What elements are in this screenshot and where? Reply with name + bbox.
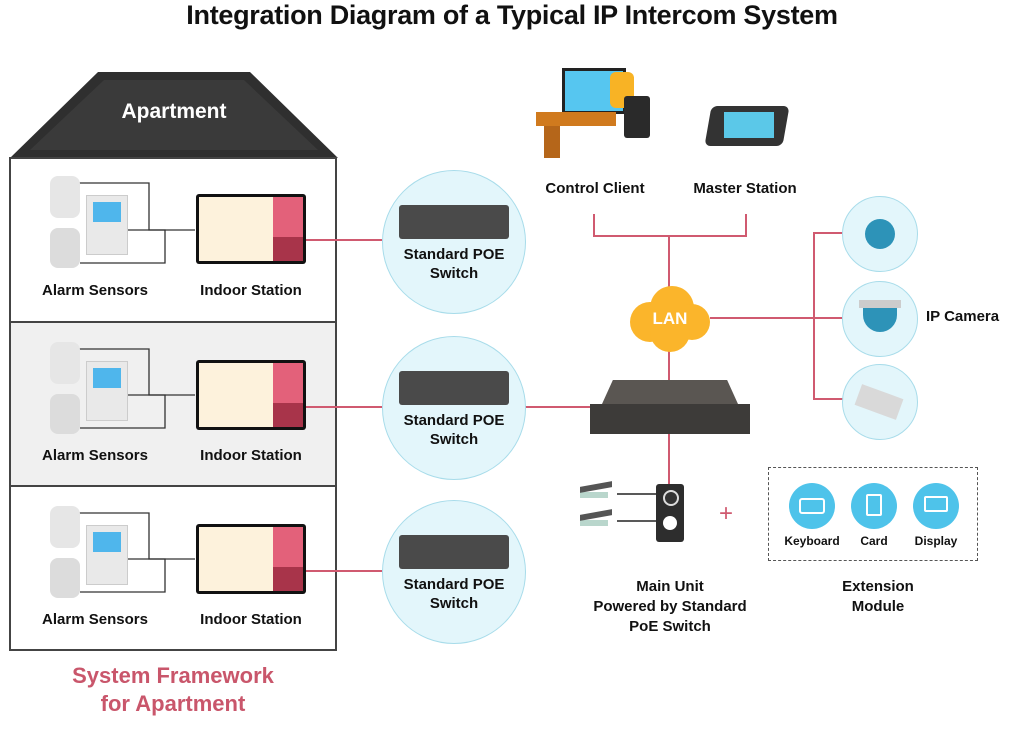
floor-3-poe-switch: Standard POE Switch [382,500,526,644]
floor-2-poe-switch: Standard POE Switch [382,336,526,480]
poe-switch-icon [399,371,509,405]
apartment-roof-label: Apartment [121,100,227,123]
display-icon [913,483,959,529]
door-sensor-icon [50,342,80,384]
alarm-sensors-label: Alarm Sensors [42,447,148,464]
floor-1-poe-switch: Standard POE Switch [382,170,526,314]
plus-symbol: + [718,500,733,527]
poe-switch-icon [399,535,509,569]
bullet-camera-icon [854,384,904,420]
apartment-caption-line2: for Apartment [100,691,246,716]
alarm-sensors-label: Alarm Sensors [42,282,148,299]
ip-camera-label: IP Camera [926,308,1000,325]
dome-camera-icon [863,308,897,332]
keyboard-icon [789,483,835,529]
switch-label-line1: Standard POE [403,246,505,263]
switch-label-line1: Standard POE [403,576,505,593]
ptz-camera-icon [865,219,895,249]
switch-label-line2: Switch [429,265,479,282]
indoor-station-label: Indoor Station [200,447,302,464]
control-panel-icon [86,525,128,585]
control-client-icon [536,68,656,168]
ptz-camera [842,196,918,272]
switch-label-line2: Switch [429,431,479,448]
extension-caption-line1: Extension [842,578,914,595]
motion-sensor-icon [50,228,80,268]
central-poe-switch-icon [590,380,750,434]
indoor-station-label: Indoor Station [200,282,302,299]
door-sensor-icon [50,506,80,548]
control-panel-icon [86,361,128,421]
dome-camera [842,281,918,357]
door-sensor-icon [50,176,80,218]
main-unit-icon [656,484,684,542]
control-client-label: Control Client [545,180,645,197]
indoor-station-monitor-icon [196,524,306,594]
motion-sensor-icon [50,394,80,434]
indoor-station-label: Indoor Station [200,611,302,628]
switch-label-line1: Standard POE [403,412,505,429]
master-station-icon [700,78,790,158]
door-lock-icon [580,509,616,528]
indoor-station-monitor-icon [196,360,306,430]
switch-label-line2: Switch [429,595,479,612]
display-label: Display [914,534,958,548]
card-icon [851,483,897,529]
poe-switch-icon [399,205,509,239]
main-unit-label-line1: Main Unit [636,578,704,595]
apartment-caption-line1: System Framework [72,663,274,688]
main-unit-label-line2: Powered by Standard [593,598,747,615]
motion-sensor-icon [50,558,80,598]
bullet-camera [842,364,918,440]
alarm-sensors-label: Alarm Sensors [42,611,148,628]
indoor-station-monitor-icon [196,194,306,264]
extension-caption-line2: Module [851,598,905,615]
master-station-label: Master Station [693,180,797,197]
door-lock-icon [580,481,616,500]
main-unit-label-line3: PoE Switch [629,618,711,635]
control-panel-icon [86,195,128,255]
lan-label: LAN [652,309,688,328]
